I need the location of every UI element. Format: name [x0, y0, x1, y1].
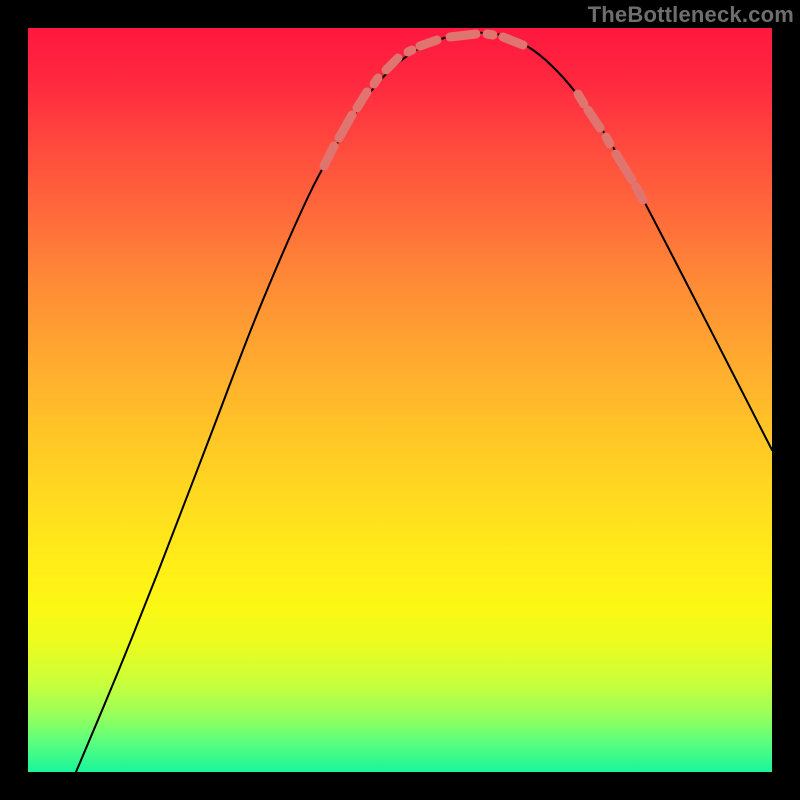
- highlight-dash: [503, 37, 523, 45]
- curve-highlight-right: [578, 94, 643, 200]
- highlight-dash: [324, 146, 334, 166]
- highlight-dash: [450, 34, 476, 37]
- highlight-dash: [616, 154, 632, 180]
- highlight-dash: [606, 137, 610, 144]
- chart-plot-area: [28, 28, 772, 772]
- highlight-dash: [374, 78, 378, 84]
- highlight-dash: [386, 58, 398, 70]
- highlight-dash: [408, 50, 412, 52]
- highlight-dash: [487, 34, 493, 35]
- highlight-dash: [357, 92, 367, 108]
- curve-highlight-left: [324, 34, 523, 166]
- highlight-dash: [578, 94, 584, 104]
- bottleneck-curve-svg: [28, 28, 772, 772]
- highlight-dash: [636, 187, 643, 200]
- bottleneck-curve-path: [76, 33, 772, 772]
- highlight-dash: [339, 115, 352, 138]
- watermark-text: TheBottleneck.com: [588, 2, 794, 28]
- highlight-dash: [420, 40, 437, 46]
- highlight-dash: [588, 110, 600, 128]
